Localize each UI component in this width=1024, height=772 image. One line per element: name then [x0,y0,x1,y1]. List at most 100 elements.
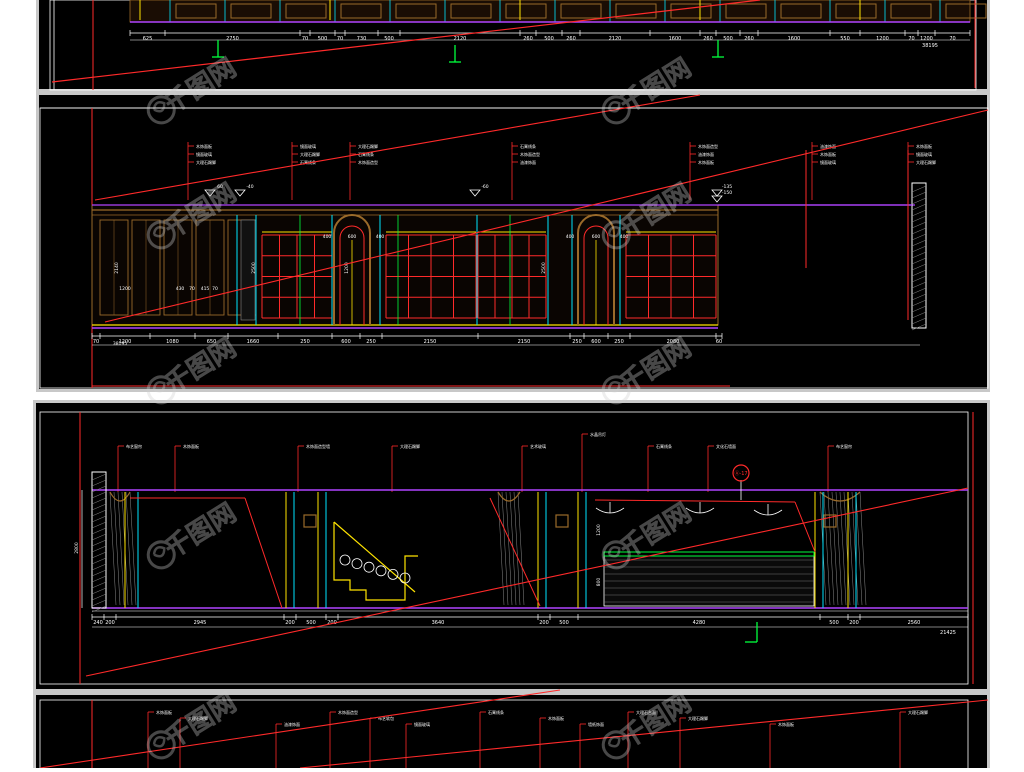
callout-text: 木饰面造型墙 [306,443,330,449]
level-value: -150 [722,190,732,196]
callout-text: 木饰面板 [548,715,564,721]
dimension-label: 500 [306,620,316,626]
dimension-label: 550 [840,36,850,42]
dimension-label: 240 [93,620,103,626]
callout-text: 布艺窗帘 [126,443,142,449]
dimension-label: 70 [949,36,955,42]
small-dimension: 1200 [119,286,131,292]
dimension-label: 2120 [454,36,467,42]
dimension-label: 60 [716,339,722,345]
section-node-label: Ⓐ-17 [734,470,747,477]
dimension-label: 2150 [518,339,531,345]
callout-text: 大理石踢脚 [358,143,378,149]
level-value: -135 [722,184,732,190]
dimension-label: 730 [357,36,367,42]
callout-text: 石膏线条 [488,709,504,715]
small-dimension: 70 [189,286,195,292]
dimension-label: 250 [300,339,310,345]
callout-text: 油漆饰面 [698,151,714,157]
callout-text: 木饰面造型 [358,159,378,165]
callout-text: 水晶吊灯 [590,431,606,437]
dimension-label: 260 [523,36,533,42]
callout-text: 木饰面造型 [338,709,358,715]
dimension-label: 250 [572,339,582,345]
dimension-label: 200 [539,620,549,626]
callout-text: 布艺窗帘 [836,443,852,449]
overall-dimension: 21425 [940,630,956,636]
elevation-drawing: 625 2750 70 500 70 730 500 2120 260 500 260 2120 160… [33,0,990,772]
dimension-label: 2945 [194,620,207,626]
callout-text: 镜面玻璃 [820,159,836,165]
callout-text: 大理石踢脚 [196,159,216,165]
arch-dimension: 400 [323,234,332,240]
overall-dimension: 38195 [922,43,938,49]
small-dimension: 415 [201,286,210,292]
callout-text: 镜面玻璃 [414,721,430,727]
dimension-label: 625 [143,36,153,42]
callout-text: 油漆饰面 [520,159,536,165]
callout-text: 木饰面板 [916,143,932,149]
vertical-dimension: 2500 [251,262,257,274]
facade-strip [129,0,971,23]
cad-elevation-preview: 625 2750 70 500 70 730 500 2120 260 500 260 2120 160… [0,0,1024,772]
callout-text: 艺术玻璃 [530,443,546,449]
callout-text: 镜面玻璃 [300,143,316,149]
callout-text: 木饰面板 [820,151,836,157]
dimension-label: 1080 [166,339,179,345]
dimension-label: 1200 [920,36,933,42]
arch-dimension: 600 [348,234,357,240]
callout-text: 文化石墙面 [716,443,736,449]
callout-text: 大理石踢脚 [300,151,320,157]
dimension-label: 500 [544,36,554,42]
vertical-dimension: 800 [596,578,602,587]
dimension-label: 500 [829,620,839,626]
height-dimension: 2800 [74,542,80,554]
level-value: -40 [246,184,253,190]
callout-text: 大理石踢脚 [908,709,928,715]
dimension-label: 2560 [908,620,921,626]
small-dimension: 430 [176,286,185,292]
dimension-label: 70 [908,36,914,42]
dimension-label: 260 [744,36,754,42]
dimension-label: 600 [591,339,601,345]
callout-text: 石膏线条 [520,143,536,149]
dimension-label: 2150 [424,339,437,345]
callout-text: 大理石踢脚 [400,443,420,449]
overall-dimension: 38195 [113,341,127,347]
callout-text: 镜面玻璃 [196,151,212,157]
dimension-label: 70 [337,36,343,42]
dimension-label: 1600 [669,36,682,42]
dimension-label: 200 [849,620,859,626]
dimension-label: 1200 [876,36,889,42]
dimension-label: 200 [285,620,295,626]
dimension-label: 200 [105,620,115,626]
dimension-label: 2120 [609,36,622,42]
dimension-label: 260 [566,36,576,42]
dimension-label: 1600 [788,36,801,42]
callout-text: 墙纸饰面 [588,721,604,727]
callout-text: 木饰面板 [156,709,172,715]
callout-text: 石膏线条 [656,443,672,449]
callout-text: 大理石踢脚 [916,159,936,165]
dimension-label: 500 [559,620,569,626]
vertical-dimension: 2140 [114,262,120,274]
callout-text: 木饰面造型 [520,151,540,157]
callout-text: 木饰面板 [196,143,212,149]
vertical-dimension: 2500 [541,262,547,274]
arch-dimension: 400 [376,234,385,240]
dimension-label: 600 [341,339,351,345]
callout-text: 木饰面板 [778,721,794,727]
dimension-label: 4280 [693,620,706,626]
dimension-label: 500 [723,36,733,42]
arch-dimension: 600 [592,234,601,240]
dimension-label: 70 [302,36,308,42]
panel-elevation-1: 625 2750 70 500 70 730 500 2120 260 500 260 2120 160… [36,0,990,92]
callout-text: 木饰面板 [698,159,714,165]
level-value: -60 [481,184,488,190]
callout-text: 镜面玻璃 [916,151,932,157]
dimension-label: 500 [318,36,328,42]
dimension-label: 3640 [432,620,445,626]
dimension-label: 70 [93,339,99,345]
dimension-label: 260 [703,36,713,42]
small-dimension: 70 [212,286,218,292]
